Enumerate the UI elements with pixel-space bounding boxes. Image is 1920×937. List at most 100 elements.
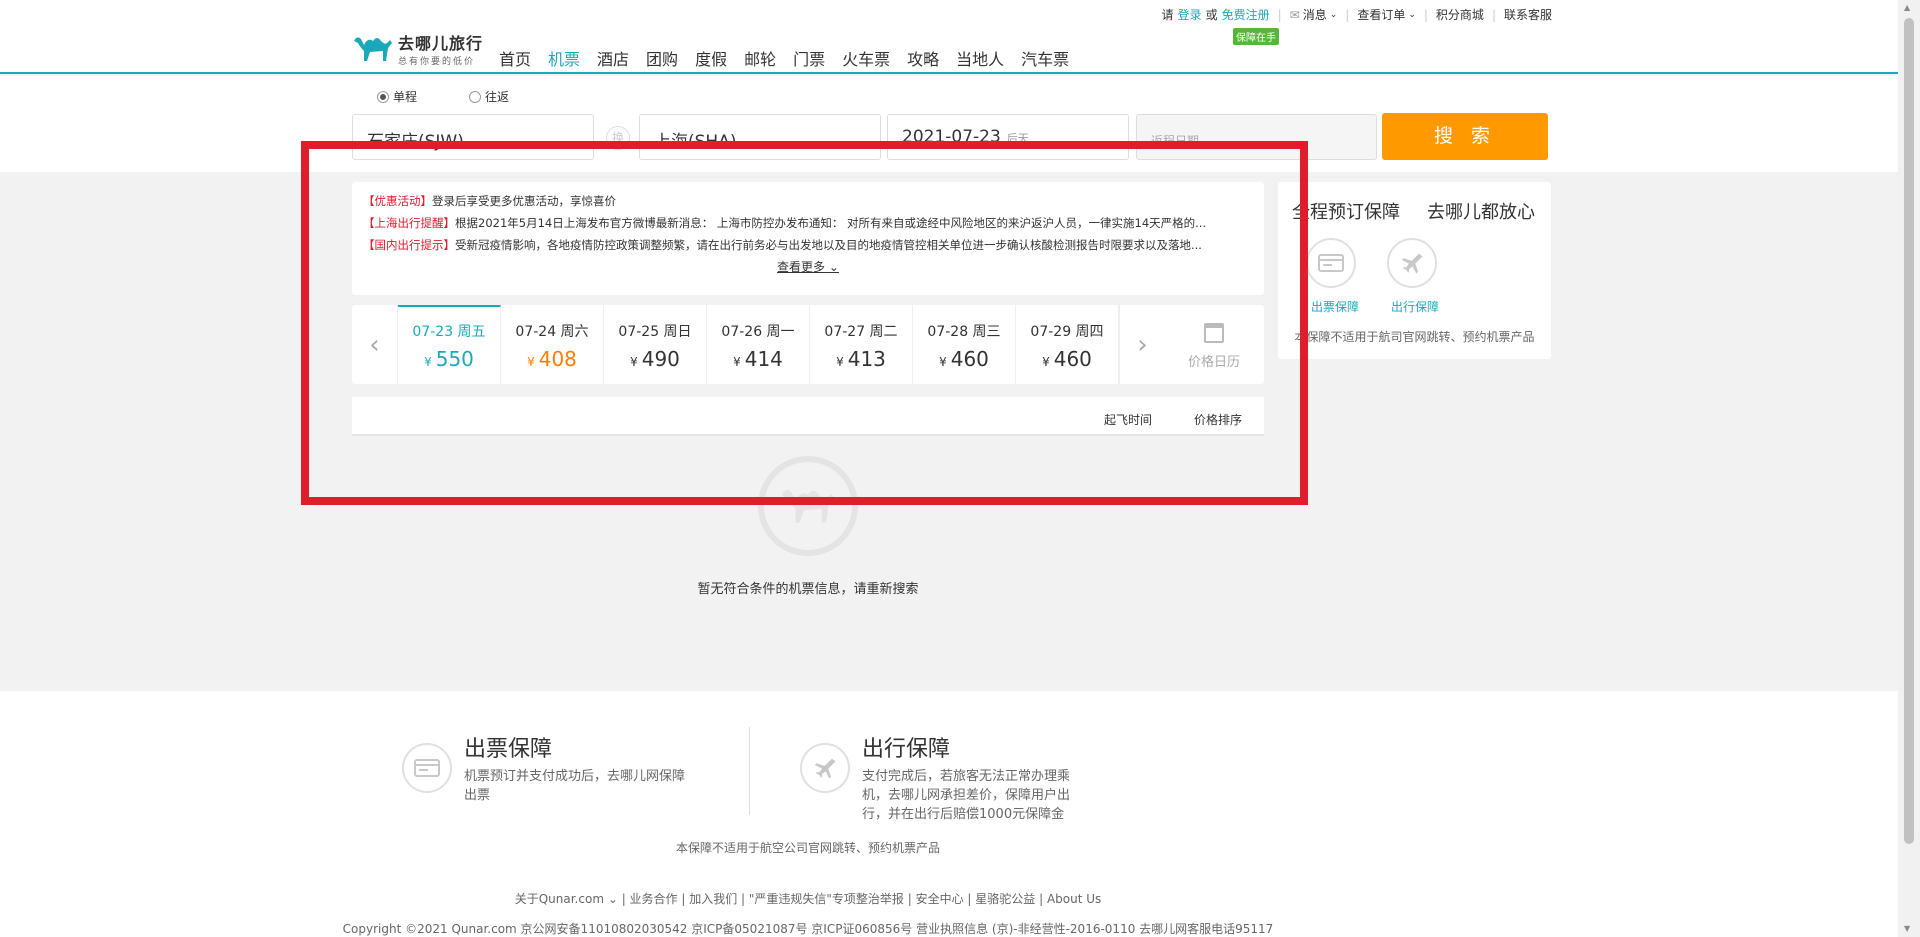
swap-cities-button[interactable]: 换	[606, 126, 630, 150]
roundtrip-label: 往返	[485, 90, 510, 104]
register-link[interactable]: 免费注册	[1222, 6, 1270, 23]
date-label: 07-27 周二	[824, 324, 898, 340]
date-price: 460	[1053, 347, 1092, 371]
logo-title: 去哪儿旅行	[398, 34, 484, 53]
date-tab[interactable]: 07-29 周四 ¥460	[1016, 305, 1119, 384]
nav-item-vacation[interactable]: 度假	[695, 46, 727, 70]
guarantee-subtitle: 去哪儿都放心	[1427, 202, 1535, 223]
notice-text: 受新冠疫情影响，各地疫情防控政策调整频繁，请在出行前务必与出发地以及目的地疫情管…	[455, 238, 1202, 252]
currency-symbol: ¥	[527, 355, 535, 369]
points-mall-link[interactable]: 积分商城	[1436, 6, 1484, 23]
footer-ticket-desc: 机票预订并支付成功后，去哪儿网保障出票	[464, 769, 686, 803]
date-tab[interactable]: 07-27 周二 ¥413	[810, 305, 913, 384]
nav-item-guides[interactable]: 攻略	[907, 46, 939, 70]
calendar-icon	[1204, 323, 1224, 343]
chevron-down-icon: ⌄	[828, 260, 839, 274]
date-label: 07-26 周一	[721, 324, 795, 340]
ticket-guarantee-icon[interactable]	[1306, 238, 1356, 288]
notice-line[interactable]: 【国内出行提示】受新冠疫情影响，各地疫情防控政策调整频繁，请在出行前务必与出发地…	[363, 234, 1253, 256]
nav-item-locals[interactable]: 当地人	[956, 46, 1004, 70]
currency-symbol: ¥	[630, 355, 638, 369]
notice-line[interactable]: 【上海出行提醒】根据2021年5月14日上海发布官方微博最新消息： 上海市防控办…	[363, 212, 1253, 234]
scroll-up-icon[interactable]: ▲	[1904, 3, 1910, 12]
logo[interactable]: 去哪儿旅行 总有你要的低价	[352, 30, 483, 67]
date-tab[interactable]: 07-23 周五 ¥550	[398, 305, 501, 384]
footer: 出票保障 机票预订并支付成功后，去哪儿网保障出票 出行保障 支付完成后，若旅客无…	[0, 691, 1898, 937]
date-price: 490	[641, 347, 680, 371]
date-price: 413	[847, 347, 886, 371]
price-calendar-button[interactable]: 价格日历	[1165, 305, 1263, 384]
search-button[interactable]: 搜 索	[1382, 113, 1548, 160]
sort-by-price[interactable]: 价格排序	[1194, 411, 1242, 428]
currency-symbol: ¥	[836, 355, 844, 369]
date-tab[interactable]: 07-24 周六 ¥408	[501, 305, 604, 384]
date-price: 460	[950, 347, 989, 371]
footer-ticket-title: 出票保障	[464, 737, 553, 762]
oneway-radio[interactable]: 单程	[377, 88, 417, 105]
date-tab[interactable]: 07-28 周三 ¥460	[913, 305, 1016, 384]
divider: |	[1277, 7, 1282, 22]
nav-item-group-buy[interactable]: 团购	[646, 46, 678, 70]
see-more-link[interactable]: 查看更多 ⌄	[363, 258, 1253, 275]
date-label: 07-24 周六	[515, 324, 589, 340]
divider: |	[1491, 7, 1496, 22]
nav-item-flights[interactable]: 机票	[548, 46, 580, 70]
departure-date-value: 2021-07-23	[902, 127, 1001, 147]
scroll-down-icon[interactable]: ▼	[1904, 924, 1910, 933]
nav-item-hotels[interactable]: 酒店	[597, 46, 629, 70]
footer-links[interactable]: 关于Qunar.com ⌄ | 业务合作 | 加入我们 | "严重违规失信"专项…	[0, 890, 1616, 907]
date-tab[interactable]: 07-25 周日 ¥490	[604, 305, 707, 384]
notice-box: 【优惠活动】登录后享受更多优惠活动，享惊喜价 【上海出行提醒】根据2021年5月…	[352, 182, 1264, 295]
date-label: 07-25 周日	[618, 324, 692, 340]
roundtrip-radio[interactable]: 往返	[469, 88, 509, 105]
sort-bar: 起飞时间 价格排序	[352, 397, 1264, 436]
arrival-city-input[interactable]: 上海(SHA)	[639, 114, 881, 160]
empty-camel-icon	[758, 456, 858, 556]
footer-note: 本保障不适用于航空公司官网跳转、预约机票产品	[675, 841, 940, 855]
ticket-guarantee-link[interactable]: 出票保障	[1311, 298, 1359, 315]
return-date-input[interactable]: 返程日期	[1136, 114, 1377, 160]
departure-city-input[interactable]: 石家庄(SJW)	[352, 114, 594, 160]
top-header: 请 登录 或 免费注册 | ✉ 消息 ⌄ | 查看订单 ⌄ | 积分商城 | 联…	[0, 0, 1898, 74]
nav-item-home[interactable]: 首页	[499, 46, 531, 70]
login-prefix: 请	[1161, 8, 1174, 22]
customer-service-link[interactable]: 联系客服	[1504, 6, 1552, 23]
notice-text: 登录后享受更多优惠活动，享惊喜价	[432, 194, 616, 208]
notice-line[interactable]: 【优惠活动】登录后享受更多优惠活动，享惊喜价	[363, 190, 1253, 212]
currency-symbol: ¥	[424, 355, 432, 369]
departure-date-input[interactable]: 2021-07-23 后天	[887, 114, 1129, 160]
travel-guarantee-icon[interactable]	[1387, 238, 1437, 288]
prev-dates-arrow-icon[interactable]: ‹	[352, 305, 398, 384]
scrollbar-thumb[interactable]	[1904, 18, 1914, 844]
currency-symbol: ¥	[733, 355, 741, 369]
empty-message: 暂无符合条件的机票信息，请重新搜索	[697, 582, 919, 597]
date-price: 550	[435, 347, 474, 371]
next-dates-arrow-icon[interactable]: ›	[1119, 305, 1165, 384]
footer-travel-desc: 支付完成后，若旅客无法正常办理乘机，去哪儿网承担差价，保障用户出行，并在出行后赔…	[862, 769, 1071, 822]
messages-link[interactable]: 消息	[1303, 6, 1327, 23]
date-label: 07-28 周三	[927, 324, 1001, 340]
guarantee-panel: 全程预订保障 去哪儿都放心 出票保障 出行保障 本保障不适用于航司官网跳转、预约…	[1278, 182, 1551, 359]
login-link[interactable]: 登录	[1178, 6, 1202, 23]
see-more-label: 查看更多	[777, 260, 826, 274]
travel-guarantee-link[interactable]: 出行保障	[1391, 298, 1439, 315]
camel-logo-icon	[354, 36, 392, 61]
chevron-down-icon: ⌄	[1408, 9, 1416, 20]
guarantee-title: 全程预订保障	[1292, 202, 1400, 223]
orders-link[interactable]: 查看订单	[1357, 6, 1405, 23]
top-links: 请 登录 或 免费注册 | ✉ 消息 ⌄ | 查看订单 ⌄ | 积分商城 | 联…	[1162, 6, 1552, 23]
nav-item-train[interactable]: 火车票	[842, 46, 890, 70]
oneway-label: 单程	[393, 90, 418, 104]
date-tab[interactable]: 07-26 周一 ¥414	[707, 305, 810, 384]
plane-icon	[800, 743, 850, 793]
nav-item-tickets[interactable]: 门票	[793, 46, 825, 70]
guarantee-badge: 保障在手	[1233, 28, 1279, 45]
nav-item-cruise[interactable]: 邮轮	[744, 46, 776, 70]
scrollbar[interactable]: ▲ ▼	[1898, 0, 1920, 937]
sort-by-departure-time[interactable]: 起飞时间	[1104, 411, 1152, 428]
currency-symbol: ¥	[939, 355, 947, 369]
footer-divider	[749, 727, 750, 815]
date-label: 07-23 周五	[412, 324, 486, 340]
nav-item-bus[interactable]: 汽车票	[1021, 46, 1069, 70]
date-label: 07-29 周四	[1030, 324, 1104, 340]
